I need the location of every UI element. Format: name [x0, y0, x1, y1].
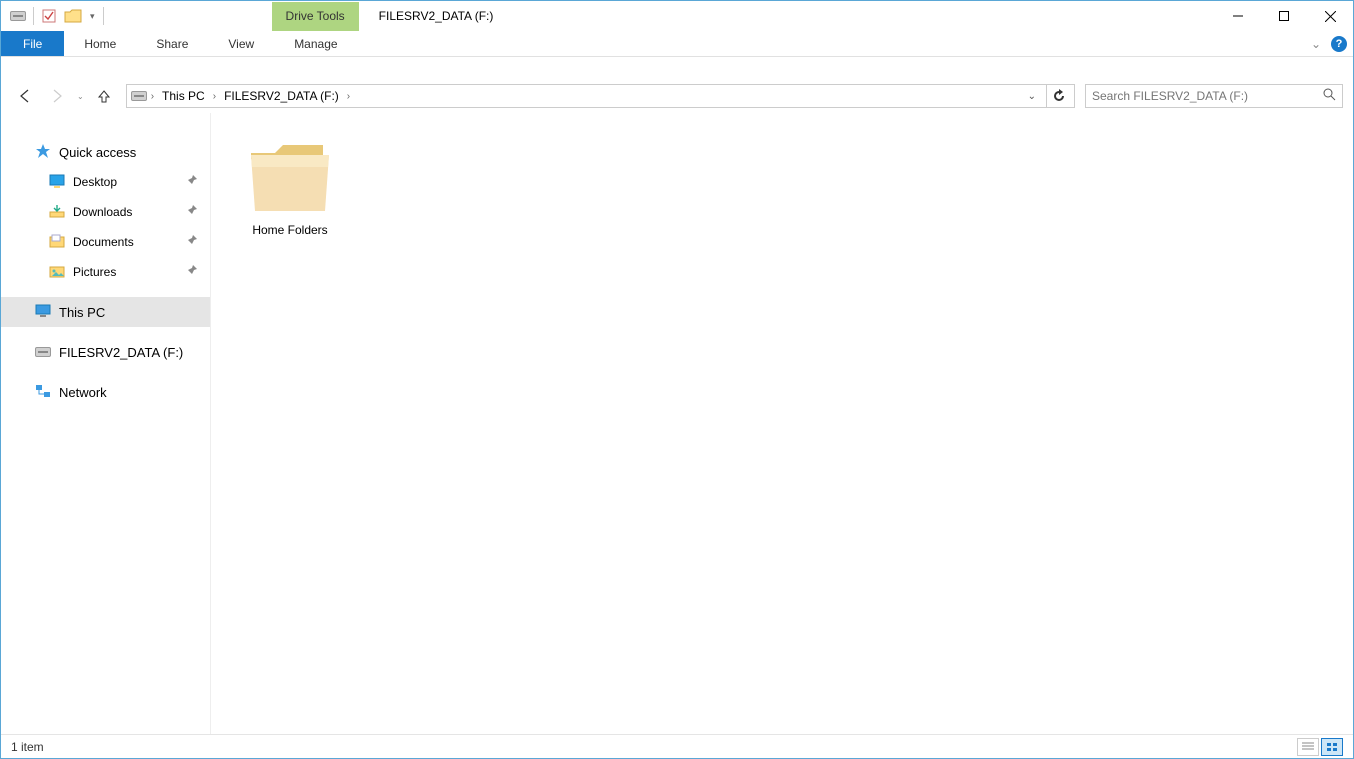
- sidebar-item-quick-access[interactable]: Quick access: [1, 137, 210, 167]
- sidebar-item-pictures[interactable]: Pictures: [1, 257, 210, 287]
- item-count-label: 1 item: [11, 740, 44, 754]
- pictures-icon: [49, 264, 65, 281]
- breadcrumb-this-pc[interactable]: This PC: [158, 89, 209, 103]
- ribbon-tab-row: File Home Share View Manage ⌄ ?: [1, 31, 1353, 57]
- sidebar-item-drive[interactable]: FILESRV2_DATA (F:): [1, 337, 210, 367]
- chevron-right-icon[interactable]: ›: [347, 91, 350, 102]
- large-icons-view-button[interactable]: [1321, 738, 1343, 756]
- tab-view[interactable]: View: [208, 31, 274, 56]
- separator: [33, 7, 34, 25]
- search-icon[interactable]: [1323, 88, 1336, 104]
- tab-file[interactable]: File: [1, 31, 64, 56]
- sidebar-item-label: Network: [59, 385, 107, 400]
- drive-icon: [35, 347, 51, 357]
- documents-icon: [49, 234, 65, 251]
- properties-icon[interactable]: [38, 5, 60, 27]
- search-box[interactable]: [1085, 84, 1343, 108]
- back-button[interactable]: [11, 82, 39, 110]
- window-title: FILESRV2_DATA (F:): [359, 9, 494, 23]
- sidebar-item-label: Quick access: [59, 145, 136, 160]
- sidebar-item-network[interactable]: Network: [1, 377, 210, 407]
- folder-item[interactable]: Home Folders: [235, 137, 345, 237]
- contextual-tab-group-label: Drive Tools: [272, 2, 359, 31]
- pin-icon: [186, 234, 198, 249]
- forward-button[interactable]: [43, 82, 71, 110]
- pin-icon: [186, 174, 198, 189]
- title-bar: ▾ Drive Tools FILESRV2_DATA (F:): [1, 1, 1353, 31]
- chevron-right-icon[interactable]: ›: [151, 91, 154, 102]
- ribbon-expand-icon[interactable]: ⌄: [1307, 37, 1325, 51]
- sidebar-item-label: Documents: [73, 235, 134, 249]
- system-drive-icon[interactable]: [7, 5, 29, 27]
- tab-manage[interactable]: Manage: [274, 31, 357, 56]
- search-input[interactable]: [1092, 89, 1323, 103]
- sidebar-item-documents[interactable]: Documents: [1, 227, 210, 257]
- drive-icon: [131, 91, 147, 101]
- qat-customize-dropdown[interactable]: ▾: [86, 11, 99, 22]
- help-icon[interactable]: ?: [1331, 36, 1347, 52]
- ribbon-right-controls: ⌄ ?: [1307, 31, 1347, 57]
- quick-access-toolbar: ▾: [1, 1, 112, 31]
- sidebar-item-label: Pictures: [73, 265, 116, 279]
- recent-locations-dropdown[interactable]: ⌄: [75, 92, 86, 101]
- content-pane[interactable]: Home Folders: [211, 113, 1353, 734]
- sidebar-item-this-pc[interactable]: This PC: [1, 297, 210, 327]
- minimize-button[interactable]: [1215, 1, 1261, 31]
- address-bar[interactable]: › This PC › FILESRV2_DATA (F:) › ⌄: [126, 84, 1075, 108]
- tab-share[interactable]: Share: [136, 31, 208, 56]
- sidebar-item-label: FILESRV2_DATA (F:): [59, 345, 183, 360]
- network-icon: [35, 384, 51, 401]
- pin-icon: [186, 264, 198, 279]
- sidebar-item-downloads[interactable]: Downloads: [1, 197, 210, 227]
- close-button[interactable]: [1307, 1, 1353, 31]
- downloads-icon: [49, 204, 65, 221]
- navigation-pane: Quick access Desktop Downloads Doc: [1, 113, 211, 734]
- address-bar-right: ⌄: [1024, 84, 1070, 108]
- work-area: Quick access Desktop Downloads Doc: [1, 113, 1353, 734]
- sidebar-item-label: Desktop: [73, 175, 117, 189]
- view-switcher: [1297, 738, 1343, 756]
- sidebar-item-desktop[interactable]: Desktop: [1, 167, 210, 197]
- sidebar-item-label: This PC: [59, 305, 105, 320]
- separator: [103, 7, 104, 25]
- details-view-button[interactable]: [1297, 738, 1319, 756]
- pin-icon: [186, 204, 198, 219]
- star-icon: [35, 143, 51, 162]
- breadcrumb-current[interactable]: FILESRV2_DATA (F:): [220, 89, 343, 103]
- tab-home[interactable]: Home: [64, 31, 136, 56]
- address-history-dropdown[interactable]: ⌄: [1024, 91, 1040, 102]
- status-bar: 1 item: [1, 734, 1353, 758]
- refresh-button[interactable]: [1046, 84, 1070, 108]
- window-controls: [1215, 1, 1353, 31]
- maximize-button[interactable]: [1261, 1, 1307, 31]
- ribbon-collapsed-band: [1, 57, 1353, 79]
- desktop-icon: [49, 174, 65, 191]
- chevron-right-icon[interactable]: ›: [213, 91, 216, 102]
- folder-label: Home Folders: [235, 223, 345, 237]
- up-button[interactable]: [90, 82, 118, 110]
- sidebar-item-label: Downloads: [73, 205, 132, 219]
- new-folder-icon[interactable]: [62, 5, 84, 27]
- folder-icon: [245, 137, 335, 217]
- navigation-row: ⌄ › This PC › FILESRV2_DATA (F:) › ⌄: [1, 79, 1353, 113]
- computer-icon: [35, 304, 51, 321]
